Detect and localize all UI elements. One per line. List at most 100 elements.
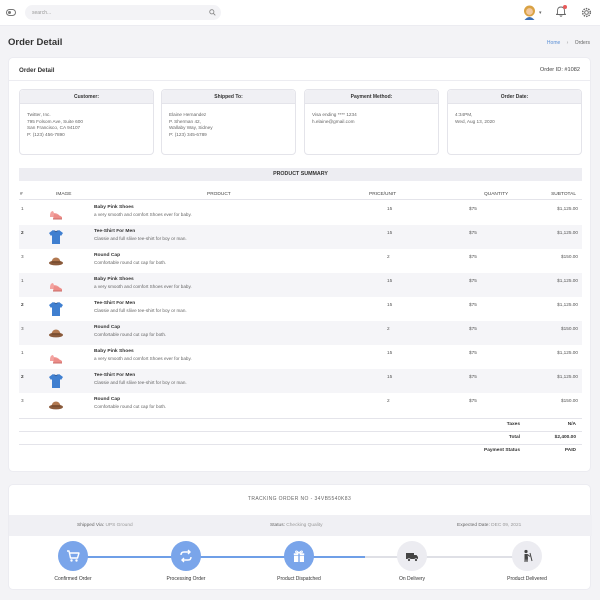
customer-line: Twitter, Inc. (27, 112, 51, 117)
product-name[interactable]: Tee-Shirt For Men (94, 373, 135, 378)
divider (19, 431, 582, 432)
row-number: 3 (21, 398, 24, 403)
payment-status-label: Payment Status (484, 448, 520, 453)
order-date-line: 4:34PM, (455, 112, 473, 117)
payment-method-box: Payment Method: Visa ending **** 1234 h.… (304, 89, 439, 155)
product-description: a very smooth and comfort Shoes ever for… (94, 212, 192, 217)
order-id: Order ID: #1082 (539, 67, 580, 73)
shipped-to-line: Wallaby Way, Sidney (169, 125, 213, 131)
product-price: $75 (469, 374, 477, 379)
table-row: 2 Tee-Shirt For Men Classie and full sliiv… (19, 297, 582, 321)
row-number: 2 (21, 302, 24, 307)
product-description: a very smooth and comfort Shoes ever for… (94, 284, 192, 289)
pink-shoes-image (48, 276, 64, 293)
product-description: Comfortable round cut cap for both. (94, 404, 167, 409)
chevron-down-icon[interactable]: ▾ (539, 10, 542, 16)
payment-line: h.elaine@gmail.com (312, 118, 355, 124)
customer-line: 795 Folsom Ave, Suite 600 (27, 118, 83, 124)
product-quantity: 15 (387, 302, 393, 307)
product-price: $75 (469, 230, 477, 235)
product-name[interactable]: Round Cap (94, 253, 120, 258)
product-price: $75 (469, 278, 477, 283)
user-avatar[interactable] (523, 5, 536, 20)
page-title: Order Detail (8, 37, 63, 48)
product-price: $75 (469, 398, 477, 403)
col-header-quantity: QUANTITY (484, 192, 509, 197)
divider (19, 418, 582, 419)
breadcrumb-home-link[interactable]: Home (547, 40, 560, 46)
shipped-via: Shipped Via: UPS Ground (77, 523, 133, 528)
row-number: 2 (21, 374, 24, 379)
product-name[interactable]: Tee-Shirt For Men (94, 229, 135, 234)
product-subtotal: $1,125.00 (557, 278, 578, 283)
shipping-info-bar: Shipped Via: UPS Ground Status: Checking… (9, 515, 592, 536)
payment-line: Visa ending **** 1234 (312, 112, 357, 117)
step-label: On Delivery (398, 576, 426, 582)
product-name[interactable]: Round Cap (94, 325, 120, 330)
step-2-circle (171, 541, 201, 571)
expected-date-label: Expected Date: (457, 523, 490, 528)
col-header-image: IMAGE (56, 192, 72, 197)
round-cap-image (48, 396, 64, 413)
product-subtotal: $1,125.00 (557, 206, 578, 211)
tracking-order-number: TRACKING ORDER NO - 34VB5540K83 (247, 496, 352, 502)
product-quantity: 15 (387, 206, 393, 211)
product-subtotal: $150.00 (561, 254, 578, 259)
product-name[interactable]: Round Cap (94, 397, 120, 402)
divider (19, 444, 582, 445)
row-number: 1 (21, 206, 24, 211)
product-description: Classie and full sliive tee-shirt for bo… (94, 380, 187, 385)
taxes-label: Taxes (506, 422, 520, 427)
product-name[interactable]: Baby Pink Shoes (94, 205, 134, 210)
blue-tshirt-image (48, 372, 64, 389)
menu-toggle-icon[interactable] (6, 9, 16, 16)
notification-badge (563, 5, 567, 9)
tracking-card: TRACKING ORDER NO - 34VB5540K83 Shipped … (8, 484, 592, 590)
chevron-right-icon: › (566, 40, 569, 46)
search-input[interactable]: search... (25, 5, 221, 20)
product-description: Comfortable round cut cap for both. (94, 332, 167, 337)
row-number: 3 (21, 254, 24, 259)
blue-tshirt-image (48, 228, 64, 245)
step-label: Confirmed Order (54, 576, 92, 582)
shipped-to-line: P. Sherman 42, (169, 118, 201, 124)
payment-heading: Payment Method: (305, 90, 438, 104)
table-row: 3 Round Cap Comfortable round cut cap for … (19, 249, 582, 273)
gear-icon[interactable] (581, 7, 592, 18)
shipped-to-box: Shipped To: Elaine Hernandez P. Sherman … (161, 89, 296, 155)
product-name[interactable]: Tee-Shirt For Men (94, 301, 135, 306)
order-detail-card: Order Detail Order ID: #1082 Customer: T… (8, 57, 591, 472)
customer-heading: Customer: (20, 90, 153, 104)
product-subtotal: $1,125.00 (557, 374, 578, 379)
order-date-heading: Order Date: (448, 90, 581, 104)
step-1-circle (58, 541, 88, 571)
product-summary-heading: PRODUCT SUMMARY (19, 168, 582, 181)
product-subtotal: $1,125.00 (557, 302, 578, 307)
row-number: 1 (21, 278, 24, 283)
product-quantity: 15 (387, 230, 393, 235)
shipped-to-heading: Shipped To: (162, 90, 295, 104)
col-header-price: PRICE/UNIT (369, 192, 397, 197)
status-label: Status: (270, 523, 285, 528)
divider (9, 80, 590, 81)
product-name[interactable]: Baby Pink Shoes (94, 349, 134, 354)
search-icon[interactable] (209, 9, 216, 16)
product-price: $75 (469, 302, 477, 307)
breadcrumb-current: Orders (574, 40, 590, 46)
product-quantity: 15 (387, 350, 393, 355)
total-label: Total (508, 435, 520, 440)
top-bar: search... ▾ (0, 0, 600, 26)
product-description: Comfortable round cut cap for both. (94, 260, 167, 265)
progress-line-pending (365, 556, 535, 558)
row-number: 2 (21, 230, 24, 235)
customer-line: San Francisco, CA 94107 (27, 125, 81, 131)
product-description: Classie and full sliive tee-shirt for bo… (94, 308, 187, 313)
blue-tshirt-image (48, 300, 64, 317)
breadcrumb: Home › Orders (547, 40, 590, 46)
row-number: 3 (21, 326, 24, 331)
order-date-line: Wed, Aug 13, 2020 (455, 118, 495, 124)
product-name[interactable]: Baby Pink Shoes (94, 277, 134, 282)
product-description: Classie and full sliive tee-shirt for bo… (94, 236, 187, 241)
table-row: 1 Baby Pink Shoes a very smooth and comfor… (19, 201, 582, 225)
product-quantity: 2 (387, 398, 390, 403)
